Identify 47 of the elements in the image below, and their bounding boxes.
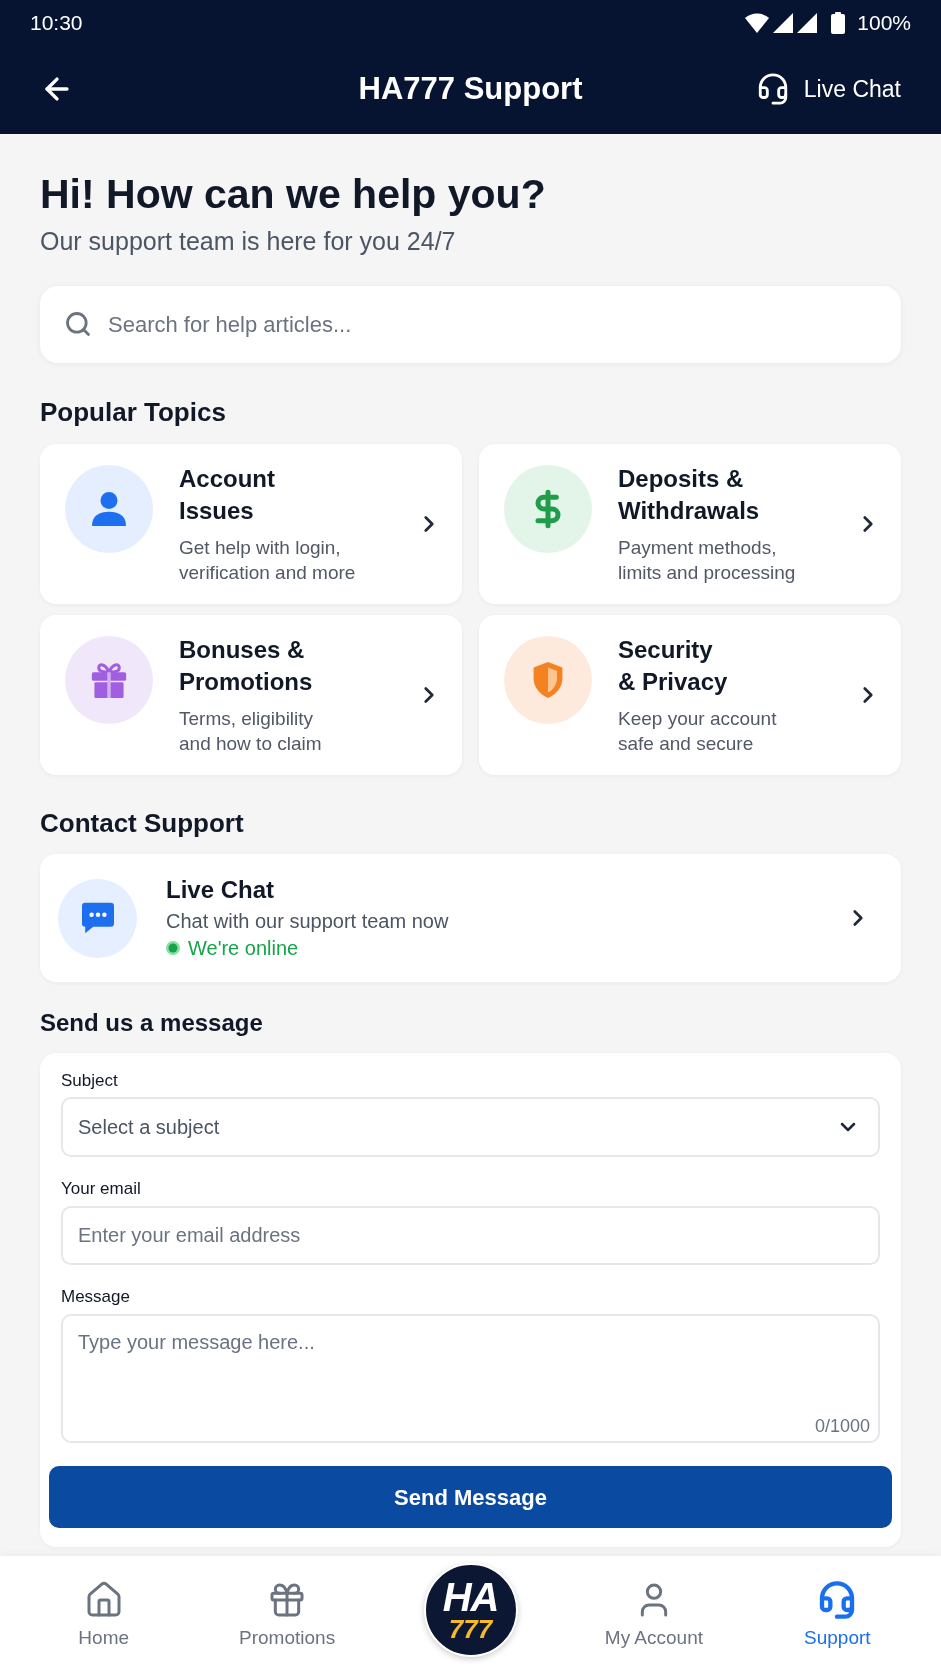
page-subheading: Our support team is here for you 24/7 bbox=[40, 226, 457, 256]
field-label: Message bbox=[61, 1287, 131, 1307]
page-title: HA777 Support bbox=[358, 69, 583, 108]
signal-icon bbox=[797, 13, 818, 33]
section-title: Send us a message bbox=[40, 1008, 264, 1038]
section-title: Contact Support bbox=[40, 807, 245, 839]
page-heading: Hi! How can we help you? bbox=[40, 170, 547, 218]
topic-description: Keep your account safe and secure bbox=[618, 707, 778, 756]
live-chat-button[interactable]: Live Chat bbox=[755, 71, 901, 107]
section-title: Popular Topics bbox=[40, 396, 227, 428]
person-icon bbox=[92, 492, 126, 526]
gift-icon bbox=[91, 662, 127, 698]
topic-title: Deposits & Withdrawals bbox=[618, 464, 761, 526]
search-icon bbox=[64, 310, 92, 338]
topic-card[interactable]: Account Issues Get help with login, verification and more bbox=[40, 444, 462, 604]
logo-button[interactable]: HA 777 bbox=[423, 1563, 518, 1657]
nav-item[interactable]: My Account bbox=[562, 1556, 746, 1672]
shield-icon bbox=[532, 662, 564, 698]
topic-title: Bonuses & Promotions bbox=[179, 635, 314, 697]
nav-item[interactable]: Promotions bbox=[195, 1556, 379, 1672]
topic-card[interactable]: Bonuses & Promotions Terms, eligibility and how to claim bbox=[40, 615, 462, 775]
search-field[interactable]: Search for help articles... bbox=[40, 286, 901, 363]
live-chat-description: Chat with our support team now bbox=[166, 909, 450, 934]
topic-description: Get help with login, verification and more bbox=[179, 536, 357, 585]
battery-percent: 100% bbox=[857, 10, 911, 37]
chat-bubble-icon bbox=[81, 902, 114, 934]
nav-item[interactable]: Support bbox=[745, 1556, 930, 1672]
live-chat-card[interactable]: Live Chat Chat with our support team now We're online bbox=[40, 854, 901, 982]
send-message-button[interactable]: Send Message bbox=[49, 1466, 892, 1528]
live-chat-title: Live Chat bbox=[166, 875, 276, 905]
topic-description: Terms, eligibility and how to claim bbox=[179, 707, 323, 756]
topic-title: Account Issues bbox=[179, 464, 276, 526]
topic-description: Payment methods, limits and processing bbox=[618, 536, 797, 585]
field-label: Your email bbox=[61, 1179, 142, 1199]
topic-title: Security & Privacy bbox=[618, 635, 729, 697]
character-counter: 0/1000 bbox=[814, 1415, 870, 1437]
field-label: Subject bbox=[61, 1071, 119, 1091]
battery-icon bbox=[831, 12, 846, 34]
nav-item[interactable]: Home bbox=[12, 1556, 196, 1672]
subject-select[interactable]: Select a subject bbox=[61, 1097, 880, 1157]
email-input[interactable]: Enter your email address bbox=[61, 1206, 880, 1265]
status-time: 10:30 bbox=[30, 10, 83, 37]
signal-icon bbox=[773, 13, 794, 33]
topic-card[interactable]: Security & Privacy Keep your account safe and secure bbox=[479, 615, 901, 775]
topic-card[interactable]: Deposits & Withdrawals Payment methods, limits and processing bbox=[479, 444, 901, 604]
online-status: We're online bbox=[188, 936, 299, 961]
wifi-icon bbox=[745, 13, 770, 33]
